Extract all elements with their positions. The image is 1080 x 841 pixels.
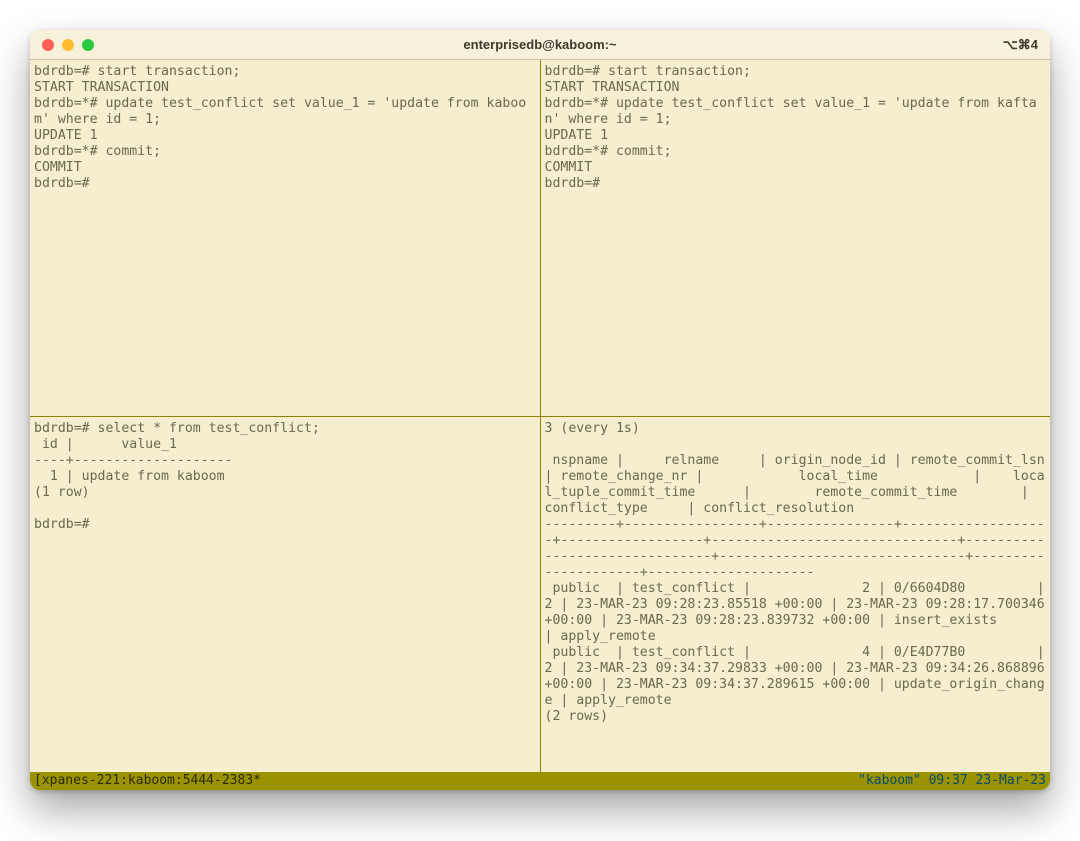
pane-top-right[interactable]: bdrdb=# start transaction; START TRANSAC… (541, 60, 1051, 416)
statusbar-left: [xpanes-221:kaboom:5444-2383* (34, 772, 261, 790)
pane-top-left[interactable]: bdrdb=# start transaction; START TRANSAC… (30, 60, 540, 416)
terminal-body: bdrdb=# start transaction; START TRANSAC… (30, 60, 1050, 790)
bottom-row: bdrdb=# select * from test_conflict; id … (30, 417, 1050, 773)
close-icon[interactable] (42, 39, 54, 51)
statusbar-right: "kaboom" 09:37 23-Mar-23 (858, 772, 1046, 790)
window-shortcut: ⌥⌘4 (1003, 37, 1038, 53)
minimize-icon[interactable] (62, 39, 74, 51)
traffic-lights (42, 39, 94, 51)
window-title: enterprisedb@kaboom:~ (30, 37, 1050, 52)
terminal-window: enterprisedb@kaboom:~ ⌥⌘4 bdrdb=# start … (30, 30, 1050, 790)
zoom-icon[interactable] (82, 39, 94, 51)
top-row: bdrdb=# start transaction; START TRANSAC… (30, 60, 1050, 416)
pane-bottom-right[interactable]: 3 (every 1s) nspname | relname | origin_… (541, 417, 1051, 773)
titlebar: enterprisedb@kaboom:~ ⌥⌘4 (30, 30, 1050, 60)
pane-bottom-left[interactable]: bdrdb=# select * from test_conflict; id … (30, 417, 540, 773)
statusbar-spacer (261, 772, 858, 790)
tmux-statusbar: [xpanes-221:kaboom:5444-2383* "kaboom" 0… (30, 772, 1050, 790)
